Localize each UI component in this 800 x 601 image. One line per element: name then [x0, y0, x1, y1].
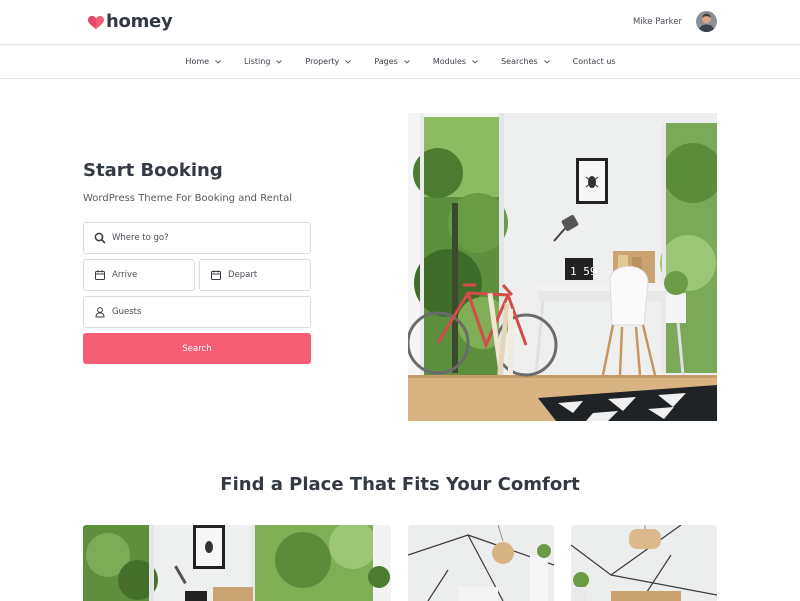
nav-item-searches[interactable]: Searches	[501, 57, 552, 66]
guests-input[interactable]: Guests	[83, 296, 311, 328]
chevron-down-icon	[402, 58, 412, 66]
chevron-down-icon	[542, 58, 552, 66]
depart-input[interactable]: Depart	[199, 259, 311, 291]
nav-item-label: Property	[305, 57, 340, 66]
user-menu[interactable]: Mike Parker	[633, 11, 717, 32]
nav-item-contact[interactable]: Contact us	[573, 57, 616, 66]
nav-item-property[interactable]: Property	[305, 57, 353, 66]
arrive-input[interactable]: Arrive	[83, 259, 195, 291]
chevron-down-icon	[470, 58, 480, 66]
hero-image: 1 59	[408, 113, 717, 421]
nav-item-modules[interactable]: Modules	[433, 57, 480, 66]
main-nav: Home Listing Property Pages Modules Sear…	[0, 45, 800, 79]
site-header: homey Mike Parker	[0, 0, 800, 45]
where-input[interactable]: Where to go?	[83, 222, 311, 254]
logo[interactable]: homey	[88, 11, 173, 32]
nav-item-label: Searches	[501, 57, 538, 66]
logo-text: homey	[106, 11, 173, 32]
nav-item-label: Contact us	[572, 57, 616, 66]
search-button[interactable]: Search	[83, 333, 311, 364]
chevron-down-icon	[343, 58, 353, 66]
nav-item-pages[interactable]: Pages	[374, 57, 412, 66]
clock-display: 1 59	[570, 265, 597, 278]
page-title: Start Booking	[83, 160, 223, 181]
nav-item-home[interactable]: Home	[185, 57, 223, 66]
nav-item-label: Home	[185, 57, 210, 66]
section-title: Find a Place That Fits Your Comfort	[220, 474, 580, 495]
user-name: Mike Parker	[632, 16, 682, 27]
user-icon	[94, 306, 106, 318]
search-icon	[94, 232, 106, 244]
arrive-placeholder: Arrive	[112, 270, 138, 280]
nav-item-label: Pages	[374, 57, 398, 66]
avatar[interactable]	[696, 11, 717, 32]
chevron-down-icon	[213, 58, 223, 66]
booking-panel: Start Booking WordPress Theme For Bookin…	[83, 160, 311, 364]
where-placeholder: Where to go?	[112, 233, 169, 243]
nav-item-label: Listing	[244, 57, 271, 66]
heart-logo-icon	[88, 15, 104, 29]
calendar-icon	[94, 269, 106, 281]
guests-placeholder: Guests	[112, 307, 142, 317]
chevron-down-icon	[274, 58, 284, 66]
page-subtitle: WordPress Theme For Booking and Rental	[83, 193, 293, 204]
listing-card[interactable]	[408, 525, 554, 601]
calendar-icon	[210, 269, 222, 281]
nav-item-listing[interactable]: Listing	[244, 57, 284, 66]
listing-card[interactable]	[571, 525, 717, 601]
nav-item-label: Modules	[432, 57, 467, 66]
listing-card[interactable]	[83, 525, 391, 601]
depart-placeholder: Depart	[228, 270, 258, 280]
